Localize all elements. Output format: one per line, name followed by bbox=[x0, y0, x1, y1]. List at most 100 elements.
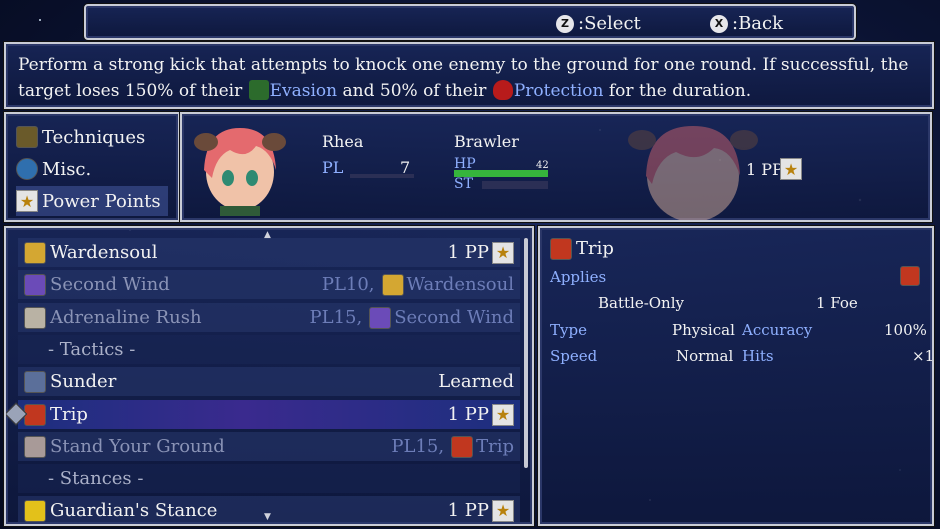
list-section-header: - Tactics - bbox=[18, 335, 520, 364]
skill-label: Second Wind bbox=[24, 273, 170, 296]
skill-icon bbox=[24, 403, 46, 426]
trip-icon bbox=[550, 238, 572, 260]
character-name: Rhea bbox=[322, 132, 364, 151]
pp-cost: 1 PP bbox=[447, 242, 489, 263]
skill-cost: PL15, Second Wind bbox=[309, 306, 514, 329]
skill-row[interactable]: Trip 1 PP ★ bbox=[18, 400, 520, 429]
star-icon: ★ bbox=[492, 403, 514, 426]
skill-detail-panel: Trip Applies Battle-Only 1 Foe Type Phys… bbox=[538, 226, 934, 526]
description-text-3: for the duration. bbox=[603, 81, 752, 101]
requirement-skill-icon bbox=[369, 306, 392, 329]
detail-title: Trip bbox=[576, 238, 614, 259]
skill-icon bbox=[24, 370, 46, 393]
hits-value: ×1 bbox=[912, 347, 935, 365]
pp-cost: 1 PP bbox=[447, 404, 489, 425]
accuracy-label: Accuracy bbox=[742, 321, 813, 339]
skill-cost: 1 PP ★ bbox=[447, 403, 514, 426]
skill-icon bbox=[24, 273, 46, 296]
requirement-skill: Trip bbox=[476, 436, 514, 457]
character-pp: 1 PP bbox=[746, 160, 783, 179]
requirement-level: PL15, bbox=[309, 307, 363, 328]
category-power-points[interactable]: ★ Power Points bbox=[16, 186, 168, 216]
skill-label: Stand Your Ground bbox=[24, 435, 225, 458]
select-prompt[interactable]: Z :Select bbox=[556, 13, 641, 34]
x-button-icon: X bbox=[710, 14, 728, 33]
button-prompt-bar: Z :Select X :Back bbox=[84, 4, 856, 40]
misc-icon bbox=[16, 158, 38, 180]
st-bar bbox=[482, 181, 548, 189]
skill-label: - Tactics - bbox=[48, 339, 135, 360]
skill-cost: PL10, Wardensoul bbox=[321, 273, 514, 296]
skill-name: Adrenaline Rush bbox=[50, 307, 202, 328]
skill-name: Guardian's Stance bbox=[50, 500, 218, 521]
skill-row[interactable]: Stand Your Ground PL15, Trip bbox=[18, 432, 520, 461]
skill-row[interactable]: Adrenaline Rush PL15, Second Wind bbox=[18, 303, 520, 332]
skill-name: Second Wind bbox=[50, 274, 170, 295]
evasion-icon bbox=[248, 80, 269, 100]
skill-name: Sunder bbox=[50, 371, 117, 392]
character-class: Brawler bbox=[454, 132, 519, 151]
skill-cost: 1 PP ★ bbox=[447, 499, 514, 522]
skill-icon bbox=[24, 499, 46, 522]
rhea-portrait bbox=[194, 128, 286, 216]
protection-icon bbox=[492, 80, 513, 100]
techniques-icon bbox=[16, 126, 38, 148]
star-icon: ★ bbox=[780, 158, 802, 180]
skill-row[interactable]: Second Wind PL10, Wardensoul bbox=[18, 270, 520, 299]
type-label: Type bbox=[550, 321, 587, 339]
skill-list: ▲ Wardensoul 1 PP ★ Second Wind PL10, Wardens… bbox=[4, 226, 534, 526]
requirement-level: PL10, bbox=[321, 274, 375, 295]
skill-icon bbox=[24, 306, 46, 329]
description-text-2: and 50% of their bbox=[337, 81, 492, 101]
category-label: Techniques bbox=[42, 126, 146, 148]
skill-label: Wardensoul bbox=[24, 241, 158, 264]
character-card: Rhea Brawler PL 7 HP 42 ST 1 PP ★ bbox=[180, 112, 932, 222]
skill-row[interactable]: Wardensoul 1 PP ★ bbox=[18, 238, 520, 267]
skill-icon bbox=[24, 241, 46, 264]
applies-label: Applies bbox=[550, 268, 607, 286]
speed-value: Normal bbox=[676, 347, 734, 365]
skill-name: Stand Your Ground bbox=[50, 436, 225, 457]
type-value: Physical bbox=[672, 321, 735, 339]
list-section-header: - Stances - bbox=[18, 464, 520, 493]
category-misc[interactable]: Misc. bbox=[16, 154, 168, 184]
skill-description: Perform a strong kick that attempts to k… bbox=[18, 52, 920, 104]
requirement-skill-icon bbox=[381, 273, 404, 296]
skill-label: - Stances - bbox=[48, 468, 143, 489]
star-icon: ★ bbox=[492, 499, 514, 522]
st-label: ST bbox=[454, 176, 473, 192]
skill-row[interactable]: Sunder Learned bbox=[18, 367, 520, 396]
skill-cost: PL15, Trip bbox=[391, 435, 514, 458]
skill-name: - Stances - bbox=[48, 468, 144, 489]
skill-description-box: Perform a strong kick that attempts to k… bbox=[4, 42, 934, 109]
skill-name: Wardensoul bbox=[50, 242, 158, 263]
evasion-keyword: Evasion bbox=[269, 81, 338, 101]
category-menu: Techniques Misc. ★ Power Points bbox=[4, 112, 180, 222]
applies-scope: Battle-Only bbox=[598, 294, 684, 312]
z-button-icon: Z bbox=[556, 14, 574, 33]
requirement-skill-icon bbox=[451, 435, 474, 458]
back-prompt[interactable]: X :Back bbox=[710, 13, 783, 34]
skill-label: Trip bbox=[24, 403, 88, 426]
skill-icon bbox=[24, 435, 46, 458]
applies-status-icon bbox=[900, 266, 920, 286]
scroll-down-arrow-icon[interactable]: ▼ bbox=[264, 512, 271, 522]
learned-status: Learned bbox=[438, 371, 514, 392]
accuracy-value: 100% bbox=[884, 321, 927, 339]
speed-label: Speed bbox=[550, 347, 598, 365]
skill-label: Sunder bbox=[24, 370, 117, 393]
pp-cost: 1 PP bbox=[447, 500, 489, 521]
skill-name: - Tactics - bbox=[48, 339, 136, 360]
scrollbar[interactable] bbox=[524, 238, 528, 468]
category-label: Misc. bbox=[42, 158, 92, 180]
skill-label: Guardian's Stance bbox=[24, 499, 218, 522]
category-label: Power Points bbox=[42, 190, 161, 212]
skill-label: Adrenaline Rush bbox=[24, 306, 202, 329]
requirement-level: PL15, bbox=[391, 436, 445, 457]
back-prompt-label: :Back bbox=[732, 13, 784, 34]
category-techniques[interactable]: Techniques bbox=[16, 122, 168, 152]
applies-target: 1 Foe bbox=[816, 294, 858, 312]
hits-label: Hits bbox=[742, 347, 774, 365]
star-icon: ★ bbox=[492, 241, 514, 264]
star-icon: ★ bbox=[16, 190, 38, 212]
